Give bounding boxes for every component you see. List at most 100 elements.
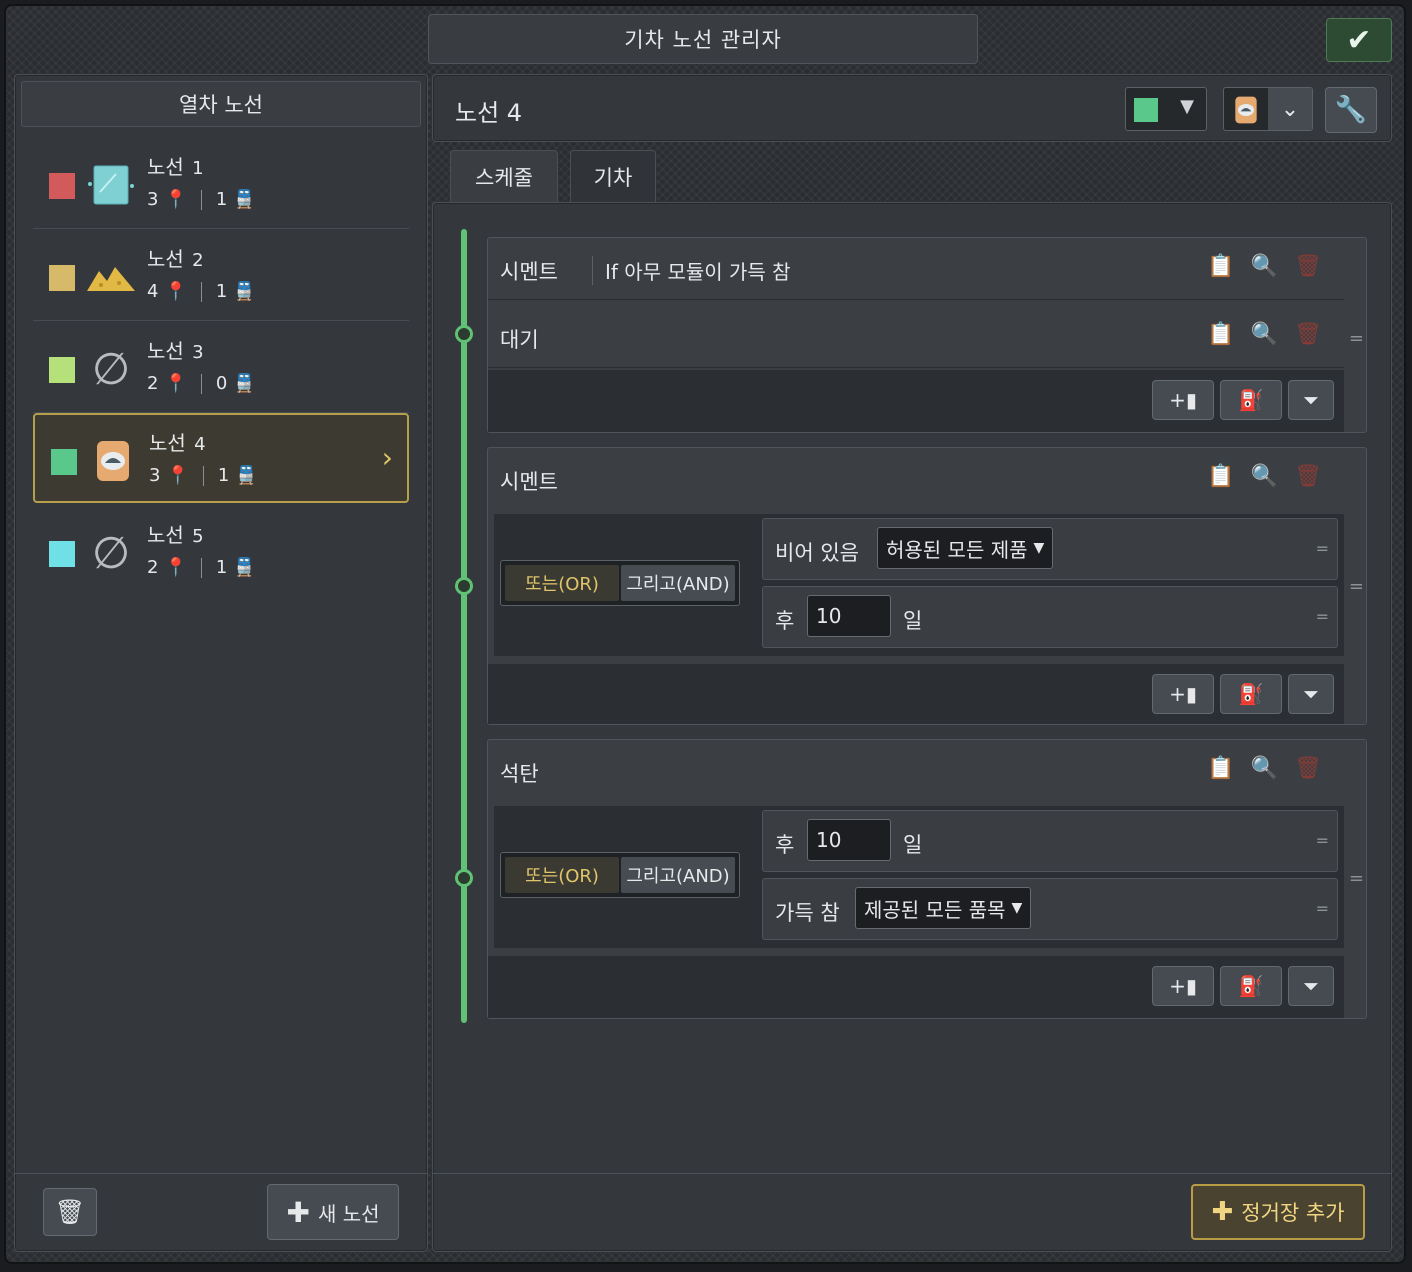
stop-condition-label: If 아무 모듈이 가득 참 xyxy=(592,256,791,285)
logic-or-option[interactable]: 또는(OR) xyxy=(505,565,619,601)
confirm-button[interactable]: ✔ xyxy=(1326,18,1392,62)
filter-button[interactable]: ⏷ xyxy=(1288,380,1334,420)
drag-handle[interactable]: = xyxy=(1349,576,1364,597)
line-color-swatch xyxy=(51,449,77,475)
line-item-2[interactable]: 노선 2 4 📍 1 🚆 xyxy=(33,231,409,321)
days-input[interactable]: 10 xyxy=(807,819,891,861)
new-line-button[interactable]: ✚ 새 노선 xyxy=(267,1184,399,1240)
refuel-button[interactable]: ⛽ xyxy=(1220,966,1282,1006)
search-icon[interactable]: 🔍 xyxy=(1251,756,1278,781)
copy-clipboard-icon[interactable]: 📋 xyxy=(1207,254,1234,279)
caret-down-icon: ▼ xyxy=(1033,540,1045,556)
search-icon[interactable]: 🔍 xyxy=(1251,322,1278,347)
fuel-pump-icon: ⛽ xyxy=(1238,388,1264,412)
drag-handle[interactable]: = xyxy=(1349,868,1364,889)
cargo-dropdown[interactable]: 제공된 모든 품목 ▼ xyxy=(855,887,1032,929)
train-count: 1 xyxy=(215,281,228,302)
trash-icon[interactable]: 🗑 xyxy=(1294,322,1322,347)
search-icon[interactable]: 🔍 xyxy=(1251,254,1278,279)
wait-row: 대기 📋 🔍 🗑 xyxy=(488,306,1344,368)
copy-clipboard-icon[interactable]: 📋 xyxy=(1207,464,1234,489)
logic-or-option[interactable]: 또는(OR) xyxy=(505,857,619,893)
filter-button[interactable]: ⏷ xyxy=(1288,966,1334,1006)
train-count: 1 xyxy=(215,189,228,210)
days-unit: 일 xyxy=(903,833,923,857)
route-color-dropdown[interactable]: ▼ xyxy=(1125,87,1207,131)
stop-header: 석탄 📋 🔍 🗑 xyxy=(488,740,1344,802)
line-color-swatch xyxy=(49,357,75,383)
caret-down-icon: ▼ xyxy=(1180,96,1194,117)
line-stats: 2 📍 1 🚆 xyxy=(147,557,256,578)
line-item-1[interactable]: 노선 1 3 📍 1 🚆 xyxy=(33,139,409,229)
cement-bag-icon xyxy=(87,435,139,487)
train-count: 0 xyxy=(215,373,228,394)
route-icon-dropdown[interactable]: ⌄ xyxy=(1223,87,1313,131)
copy-clipboard-icon[interactable]: 📋 xyxy=(1207,756,1234,781)
trash-icon[interactable]: 🗑 xyxy=(1294,756,1322,781)
add-load-button[interactable]: +▮ xyxy=(1152,966,1214,1006)
station-count: 3 xyxy=(149,465,161,486)
new-line-label: 새 노선 xyxy=(317,1201,380,1226)
train-icon: 🚆 xyxy=(233,557,256,578)
logic-and-option[interactable]: 그리고(AND) xyxy=(621,565,735,601)
drag-handle[interactable]: = xyxy=(1349,328,1364,349)
filter-button[interactable]: ⏷ xyxy=(1288,674,1334,714)
line-item-4[interactable]: 노선 4 3 📍 1 🚆 › xyxy=(33,413,409,503)
route-title: 노선 4 xyxy=(455,99,523,127)
tab-schedule[interactable]: 스케줄 xyxy=(450,150,558,202)
logic-toggle[interactable]: 또는(OR) 그리고(AND) xyxy=(500,560,740,606)
drag-handle[interactable]: = xyxy=(1316,899,1329,918)
drag-handle[interactable]: = xyxy=(1316,831,1329,850)
logic-and-option[interactable]: 그리고(AND) xyxy=(621,857,735,893)
add-stop-label: 정거장 추가 xyxy=(1241,1201,1345,1225)
stop-actions: +▮ ⛽ ⏷ xyxy=(488,664,1344,724)
search-icon[interactable]: 🔍 xyxy=(1251,464,1278,489)
line-item-3[interactable]: ∅ 노선 3 2 📍 0 🚆 xyxy=(33,323,409,413)
add-load-button[interactable]: +▮ xyxy=(1152,380,1214,420)
fuel-pump-icon: ⛽ xyxy=(1238,682,1264,706)
drag-handle[interactable]: = xyxy=(1316,607,1329,626)
tab-trains[interactable]: 기차 xyxy=(570,150,656,202)
refuel-button[interactable]: ⛽ xyxy=(1220,674,1282,714)
line-stats: 4 📍 1 🚆 xyxy=(147,281,256,302)
plus-icon: ✚ xyxy=(1211,1197,1234,1227)
condition-group: 또는(OR) 그리고(AND) 비어 있음 허용된 모든 제품 ▼ = 후 10… xyxy=(494,514,1344,656)
station-pin-icon: 📍 xyxy=(164,281,187,302)
trash-icon[interactable]: 🗑 xyxy=(1294,254,1322,279)
settings-wrench-button[interactable]: 🔧 xyxy=(1325,87,1377,133)
window-title: 기차 노선 관리자 xyxy=(428,14,978,64)
chevron-right-icon: › xyxy=(381,441,393,474)
line-list-title: 열차 노선 xyxy=(21,81,421,127)
route-color-swatch xyxy=(1134,98,1158,122)
add-load-button[interactable]: +▮ xyxy=(1152,674,1214,714)
days-input[interactable]: 10 xyxy=(807,595,891,637)
add-load-icon: +▮ xyxy=(1169,974,1197,998)
copy-clipboard-icon[interactable]: 📋 xyxy=(1207,322,1234,347)
timeline-node xyxy=(455,869,473,887)
caret-down-icon: ▼ xyxy=(1011,900,1023,916)
cargo-dropdown[interactable]: 허용된 모든 제품 ▼ xyxy=(877,527,1054,569)
stop-header: 시멘트 If 아무 모듈이 가득 참 📋 🔍 🗑 xyxy=(488,238,1344,300)
station-pin-icon: 📍 xyxy=(164,373,187,394)
cargo-dropdown-value: 제공된 모든 품목 xyxy=(864,897,1006,922)
trash-icon[interactable]: 🗑 xyxy=(1294,464,1322,489)
add-load-icon: +▮ xyxy=(1169,388,1197,412)
drag-handle[interactable]: = xyxy=(1316,539,1329,558)
refuel-button[interactable]: ⛽ xyxy=(1220,380,1282,420)
line-item-5[interactable]: ∅ 노선 5 2 📍 1 🚆 xyxy=(33,507,409,597)
add-load-icon: +▮ xyxy=(1169,682,1197,706)
stop-actions: +▮ ⛽ ⏷ xyxy=(488,956,1344,1018)
station-pin-icon: 📍 xyxy=(164,557,187,578)
logic-toggle[interactable]: 또는(OR) 그리고(AND) xyxy=(500,852,740,898)
glass-icon xyxy=(85,159,137,211)
station-count: 2 xyxy=(147,557,159,578)
line-color-swatch xyxy=(49,265,75,291)
delete-line-button[interactable]: 🗑 xyxy=(43,1188,97,1236)
filter-icon: ⏷ xyxy=(1303,682,1319,706)
days-unit: 일 xyxy=(903,609,923,633)
stop-card-1: 시멘트 If 아무 모듈이 가득 참 📋 🔍 🗑 대기 📋 🔍 🗑 = +▮ ⛽… xyxy=(487,237,1367,433)
condition-label: 가득 참 xyxy=(775,901,840,925)
line-name: 노선 4 xyxy=(149,431,206,455)
stop-card-2: 시멘트 📋 🔍 🗑 또는(OR) 그리고(AND) 비어 있음 허용된 모든 제… xyxy=(487,447,1367,725)
add-stop-button[interactable]: ✚ 정거장 추가 xyxy=(1191,1184,1365,1240)
